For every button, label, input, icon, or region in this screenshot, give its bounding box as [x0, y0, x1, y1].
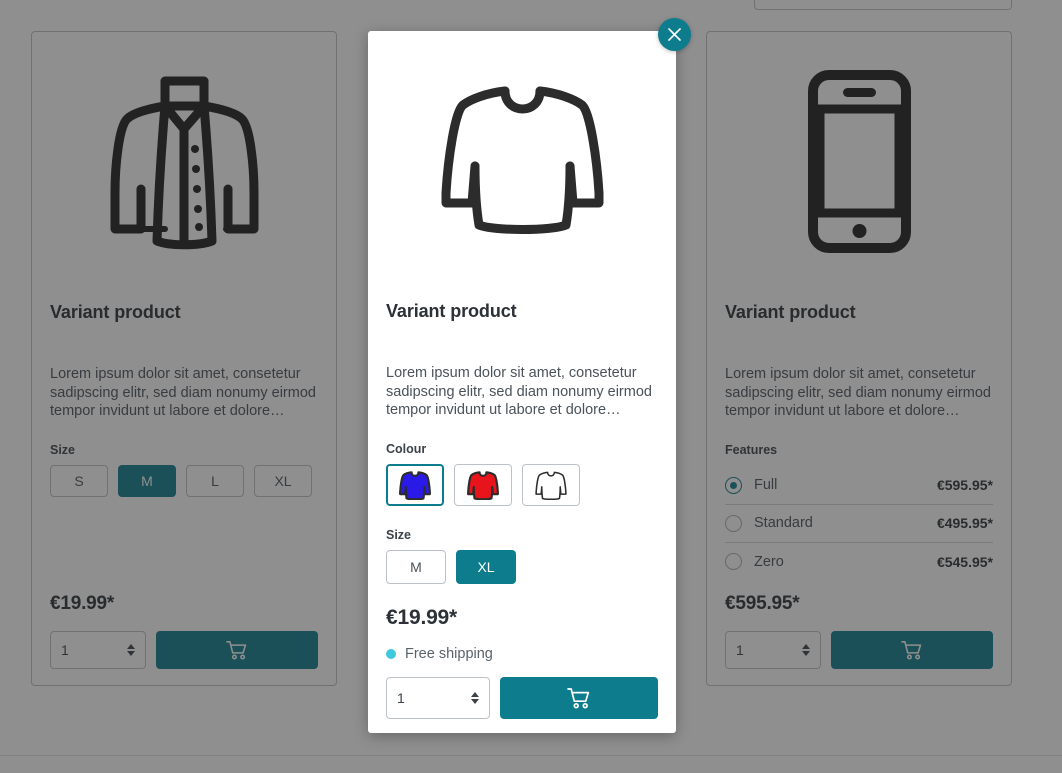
flex-spacer [386, 662, 658, 678]
modal-product-description: Lorem ipsum dolor sit amet, consetetur s… [386, 365, 652, 418]
quantity-value: 1 [397, 690, 405, 706]
modal-body: Variant product Lorem ipsum dolor sit am… [368, 289, 676, 733]
add-to-cart-button[interactable] [500, 677, 658, 719]
shipping-label: Free shipping [405, 645, 493, 662]
size-option-row: M XL [386, 549, 658, 584]
colour-option-blue[interactable] [386, 463, 444, 506]
quick-view-modal: Variant product Lorem ipsum dolor sit am… [368, 31, 676, 733]
shopping-cart-icon [567, 688, 590, 709]
status-dot-icon [386, 648, 396, 659]
colour-option-white[interactable] [522, 463, 580, 506]
colour-option-red[interactable] [454, 463, 512, 506]
option-group-label-colour: Colour [386, 441, 427, 456]
shipping-status: Free shipping [386, 646, 658, 662]
stepper-arrows-icon[interactable] [471, 692, 479, 704]
modal-product-image-shirt [368, 31, 676, 289]
modal-product-title: Variant product [386, 301, 517, 321]
quantity-stepper[interactable]: 1 [386, 677, 490, 719]
modal-product-price: €19.99* [386, 605, 458, 629]
colour-option-row [386, 463, 658, 506]
close-icon[interactable] [658, 18, 691, 51]
size-option-m[interactable]: M [386, 549, 446, 584]
option-group-label-size: Size [386, 527, 412, 542]
size-option-xl[interactable]: XL [456, 549, 516, 584]
modal-buy-row: 1 [386, 677, 658, 719]
